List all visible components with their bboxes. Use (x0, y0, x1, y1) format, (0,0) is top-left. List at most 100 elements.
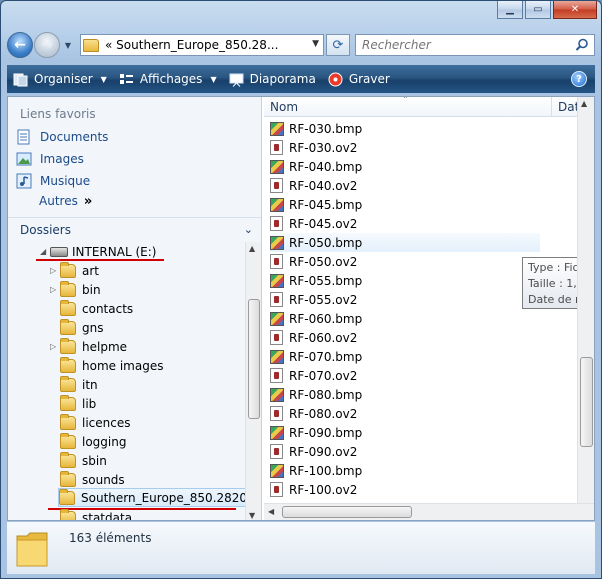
file-row[interactable]: RF-030.ov2 (270, 138, 540, 157)
ov2-file-icon (270, 292, 283, 307)
folder-label: art (82, 263, 99, 278)
organiser-button[interactable]: Organiser ▼ (7, 65, 113, 93)
folder-label: statdata (82, 510, 133, 521)
tree-item[interactable]: ▷ bin (50, 280, 101, 299)
folder-icon (60, 280, 76, 297)
favorites-more-link[interactable]: Autres » (39, 194, 92, 209)
tree-item[interactable]: home images (50, 356, 163, 375)
file-name: RF-030.ov2 (289, 140, 358, 155)
maximize-button[interactable]: ▭ (525, 1, 551, 19)
diaporama-label: Diaporama (249, 72, 316, 86)
file-row[interactable]: RF-030.bmp (270, 119, 540, 138)
folder-tree-scrollbar[interactable]: ▲ ▼ (245, 242, 261, 520)
tree-item[interactable]: statdata (50, 508, 132, 520)
hscrollbar-thumb[interactable] (282, 506, 412, 518)
forward-button[interactable]: → (34, 32, 60, 58)
scroll-up-icon[interactable]: ▲ (581, 99, 587, 108)
file-row[interactable]: RF-060.bmp (270, 309, 540, 328)
file-name: RF-080.bmp (289, 387, 363, 402)
affichages-button[interactable]: Affichages ▼ (113, 65, 223, 93)
folder-icon (83, 38, 99, 52)
file-row[interactable]: RF-055.ov2 (270, 290, 540, 309)
file-list-scrollbar[interactable]: ▲ (577, 97, 594, 520)
folder-icon (60, 432, 76, 449)
ov2-file-icon (270, 482, 283, 497)
tree-item[interactable]: gns (50, 318, 103, 337)
ov2-file-icon (270, 140, 283, 155)
tree-item[interactable]: itn (50, 375, 98, 394)
file-row-hovered[interactable]: RF-050.bmp (270, 233, 540, 252)
favorite-images[interactable]: Images (16, 149, 84, 169)
tree-item[interactable]: ▷ helpme (50, 337, 127, 356)
scroll-left-icon[interactable]: ◀ (268, 507, 274, 516)
file-row[interactable]: RF-045.ov2 (270, 214, 540, 233)
file-row[interactable]: RF-100.bmp (270, 461, 540, 480)
file-row[interactable]: RF-040.ov2 (270, 176, 540, 195)
scroll-down-icon[interactable]: ▼ (249, 511, 255, 520)
column-header-name[interactable]: ⌃ Nom (264, 97, 552, 117)
favorite-label: Musique (40, 174, 91, 188)
expand-triangle-icon[interactable]: ▷ (50, 342, 60, 351)
bitmap-file-icon (270, 273, 284, 288)
diaporama-button[interactable]: Diaporama (223, 65, 322, 93)
folder-icon (60, 394, 76, 411)
address-bar[interactable]: « Southern_Europe_850.28... ▼ (80, 34, 324, 56)
help-button[interactable]: ? (571, 71, 587, 87)
address-row: ← → ▼ « Southern_Europe_850.28... ▼ ⟳ (7, 31, 595, 59)
file-row[interactable]: RF-060.ov2 (270, 328, 540, 347)
file-row[interactable]: RF-040.bmp (270, 157, 540, 176)
bitmap-file-icon (270, 387, 284, 402)
tree-item[interactable]: sbin (50, 451, 107, 470)
expand-triangle-icon[interactable]: ▷ (50, 266, 60, 275)
tree-item[interactable]: contacts (50, 299, 133, 318)
scroll-up-icon[interactable]: ▲ (249, 244, 255, 253)
file-row[interactable]: RF-080.ov2 (270, 404, 540, 423)
folders-title: Dossiers (20, 222, 71, 237)
search-input[interactable] (362, 38, 562, 52)
tree-item[interactable]: ▷ art (50, 261, 99, 280)
file-list-hscrollbar[interactable]: ◀ (264, 503, 594, 520)
tree-item[interactable]: sounds (50, 470, 125, 489)
search-icon[interactable] (575, 38, 589, 52)
file-row[interactable]: RF-050.ov2 (270, 252, 540, 271)
history-dropdown-icon[interactable]: ▼ (62, 40, 74, 50)
bitmap-file-icon (270, 425, 284, 440)
file-row[interactable]: RF-045.bmp (270, 195, 540, 214)
favorite-musique[interactable]: Musique (16, 171, 90, 191)
file-row[interactable]: RF-080.bmp (270, 385, 540, 404)
address-dropdown-icon[interactable]: ▼ (312, 39, 319, 49)
file-name: RF-030.bmp (289, 121, 363, 136)
bitmap-file-icon (270, 311, 284, 326)
expand-triangle-icon[interactable]: ▷ (50, 285, 60, 294)
tree-item[interactable]: lib (50, 394, 96, 413)
minimize-button[interactable]: ▁ (497, 1, 523, 19)
expanded-triangle-icon[interactable]: ◢ (40, 247, 50, 256)
close-button[interactable]: ✕ (553, 1, 597, 19)
folder-label: sounds (82, 472, 125, 487)
file-row[interactable]: RF-090.bmp (270, 423, 540, 442)
file-row[interactable]: RF-070.bmp (270, 347, 540, 366)
back-button[interactable]: ← (7, 32, 33, 58)
explorer-window: ▁ ▭ ✕ ← → ▼ « Southern_Europe_850.28... … (0, 0, 602, 579)
pictures-icon (16, 152, 32, 166)
ov2-file-icon (270, 254, 283, 269)
favorite-documents[interactable]: Documents (16, 127, 108, 147)
organize-icon (13, 73, 28, 86)
graver-button[interactable]: Graver (322, 65, 396, 93)
scrollbar-thumb[interactable] (248, 299, 260, 419)
tree-item[interactable]: logging (50, 432, 126, 451)
file-row[interactable]: RF-070.ov2 (270, 366, 540, 385)
file-name: RF-045.ov2 (289, 216, 358, 231)
tree-item[interactable]: licences (50, 413, 131, 432)
details-pane: 163 éléments (7, 522, 595, 574)
folders-header[interactable]: Dossiers ⌄ (8, 217, 261, 241)
file-row[interactable]: RF-090.ov2 (270, 442, 540, 461)
refresh-button[interactable]: ⟳ (326, 34, 350, 56)
file-name: RF-070.bmp (289, 349, 363, 364)
tree-item-selected[interactable]: Southern_Europe_850.2820 (58, 488, 246, 507)
file-row[interactable]: RF-100.ov2 (270, 480, 540, 499)
folder-label: lib (82, 396, 97, 411)
chevron-down-icon[interactable]: ⌄ (244, 223, 253, 236)
file-row[interactable]: RF-055.bmp (270, 271, 540, 290)
scrollbar-thumb[interactable] (580, 357, 593, 447)
